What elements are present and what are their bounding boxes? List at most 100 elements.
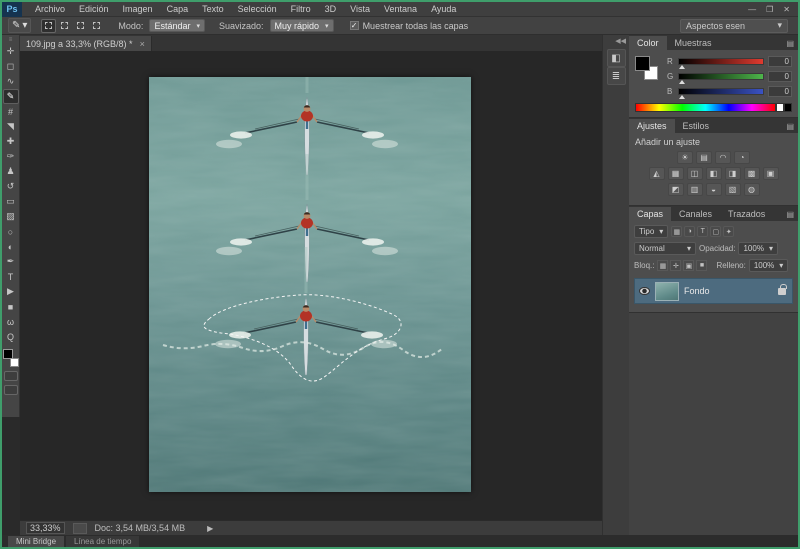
- dodge-tool-icon[interactable]: ◐: [3, 239, 19, 254]
- sample-all-layers-checkbox[interactable]: ✓ Muestrear todas las capas: [350, 21, 469, 31]
- tab-adjustments[interactable]: Ajustes: [629, 119, 675, 133]
- zoom-tool-icon[interactable]: Q: [3, 329, 19, 344]
- expand-panels-icon[interactable]: ◀◀: [615, 37, 626, 45]
- tab-mini-bridge[interactable]: Mini Bridge: [8, 536, 64, 547]
- status-menu-arrow-icon[interactable]: ▶: [207, 524, 213, 533]
- properties-panel-icon[interactable]: ◧: [607, 49, 626, 67]
- lock-icon[interactable]: ▦: [657, 260, 668, 271]
- adjustment-icon[interactable]: ▩: [744, 167, 760, 180]
- channel-value[interactable]: 0: [768, 56, 792, 67]
- tab-color[interactable]: Color: [629, 36, 667, 50]
- smoothing-select[interactable]: Muy rápido▾: [270, 19, 334, 32]
- document-tab[interactable]: 109.jpg a 33,3% (RGB/8) * ×: [20, 36, 152, 51]
- foreground-color-swatch[interactable]: [3, 349, 13, 359]
- lock-icon[interactable]: ▣: [683, 260, 694, 271]
- slider-track[interactable]: [678, 73, 764, 80]
- color-slider-b[interactable]: B0: [667, 86, 792, 97]
- adjustment-icon[interactable]: ◔: [734, 151, 750, 164]
- layer-row-background[interactable]: Fondo: [634, 278, 793, 304]
- quick-selection-tool-icon[interactable]: ✎: [3, 89, 19, 104]
- panel-menu-icon[interactable]: ▤: [786, 39, 794, 48]
- new-selection-button[interactable]: [41, 19, 56, 33]
- hand-tool-icon[interactable]: ω: [3, 314, 19, 329]
- menu-item-capa[interactable]: Capa: [160, 2, 196, 17]
- zoom-level-field[interactable]: 33,33%: [26, 522, 65, 534]
- subtract-from-selection-button[interactable]: [73, 19, 88, 33]
- mode-select[interactable]: Estándar▾: [149, 19, 205, 32]
- fill-field[interactable]: 100%▾: [749, 259, 788, 272]
- menu-item-selecci-n[interactable]: Selección: [231, 2, 284, 17]
- background-color-swatch[interactable]: [10, 358, 19, 367]
- adjustment-icon[interactable]: ◫: [687, 167, 703, 180]
- adjustment-icon[interactable]: ◧: [706, 167, 722, 180]
- menu-item-archivo[interactable]: Archivo: [28, 2, 72, 17]
- blend-mode-select[interactable]: Normal▾: [634, 242, 696, 255]
- tab-paths[interactable]: Trazados: [720, 207, 773, 221]
- slider-track[interactable]: [678, 58, 764, 65]
- foreground-color-swatch[interactable]: [635, 56, 650, 71]
- white-swatch[interactable]: [776, 103, 784, 112]
- menu-item-imagen[interactable]: Imagen: [116, 2, 160, 17]
- tab-layers[interactable]: Capas: [629, 207, 671, 221]
- clone-stamp-tool-icon[interactable]: ♟: [3, 164, 19, 179]
- path-selection-tool-icon[interactable]: ▶: [3, 284, 19, 299]
- layer-filter-type-select[interactable]: Tipo▾: [634, 225, 668, 238]
- intersect-selection-button[interactable]: [89, 19, 104, 33]
- restore-icon[interactable]: ❐: [766, 5, 773, 14]
- screen-mode-button[interactable]: [4, 385, 18, 395]
- layer-thumbnail[interactable]: [655, 282, 679, 301]
- color-spectrum-ramp[interactable]: [635, 103, 776, 112]
- color-slider-g[interactable]: G0: [667, 71, 792, 82]
- adjustment-icon[interactable]: ▧: [725, 183, 741, 196]
- adjustment-icon[interactable]: ◨: [725, 167, 741, 180]
- menu-item-ayuda[interactable]: Ayuda: [424, 2, 463, 17]
- layer-filter-icon[interactable]: T: [697, 226, 708, 237]
- gradient-tool-icon[interactable]: ▨: [3, 209, 19, 224]
- eyedropper-tool-icon[interactable]: ◥: [3, 119, 19, 134]
- adjustment-icon[interactable]: ◠: [715, 151, 731, 164]
- tab-channels[interactable]: Canales: [671, 207, 720, 221]
- adjustment-icon[interactable]: ◭: [649, 167, 665, 180]
- menu-item-vista[interactable]: Vista: [343, 2, 377, 17]
- tab-styles[interactable]: Estilos: [675, 119, 718, 133]
- adjustment-icon[interactable]: ◒: [706, 183, 722, 196]
- document-image[interactable]: [149, 77, 471, 492]
- eraser-tool-icon[interactable]: ▭: [3, 194, 19, 209]
- color-slider-r[interactable]: R0: [667, 56, 792, 67]
- type-tool-icon[interactable]: T: [3, 269, 19, 284]
- adjustment-icon[interactable]: ◩: [668, 183, 684, 196]
- layer-filter-icon[interactable]: ✦: [723, 226, 734, 237]
- blur-tool-icon[interactable]: ○: [3, 224, 19, 239]
- layer-filter-icon[interactable]: ▢: [710, 226, 721, 237]
- history-panel-icon[interactable]: ≣: [607, 67, 626, 85]
- workspace-switcher[interactable]: Aspectos esen ▾: [680, 19, 788, 33]
- adjustment-icon[interactable]: ▦: [668, 167, 684, 180]
- panel-menu-icon[interactable]: ▤: [786, 210, 794, 219]
- healing-brush-tool-icon[interactable]: ✚: [3, 134, 19, 149]
- history-brush-tool-icon[interactable]: ↺: [3, 179, 19, 194]
- adjustment-icon[interactable]: ▤: [696, 151, 712, 164]
- panel-menu-icon[interactable]: ▤: [786, 122, 794, 131]
- panel-color-swatches[interactable]: [635, 56, 661, 86]
- menu-item-ventana[interactable]: Ventana: [377, 2, 424, 17]
- minimize-icon[interactable]: —: [748, 5, 756, 14]
- close-icon[interactable]: ✕: [783, 5, 790, 14]
- pen-tool-icon[interactable]: ✒: [3, 254, 19, 269]
- lasso-tool-icon[interactable]: ∿: [3, 74, 19, 89]
- slider-knob-icon[interactable]: [679, 80, 685, 84]
- black-swatch[interactable]: [784, 103, 792, 112]
- menu-item-edici-n[interactable]: Edición: [72, 2, 116, 17]
- adjustment-icon[interactable]: ▥: [687, 183, 703, 196]
- shape-tool-icon[interactable]: ■: [3, 299, 19, 314]
- color-swatch-widget[interactable]: [3, 349, 19, 367]
- slider-track[interactable]: [678, 88, 764, 95]
- add-to-selection-button[interactable]: [57, 19, 72, 33]
- menu-item-filtro[interactable]: Filtro: [284, 2, 318, 17]
- lock-icon[interactable]: ✛: [670, 260, 681, 271]
- slider-knob-icon[interactable]: [679, 95, 685, 99]
- channel-value[interactable]: 0: [768, 86, 792, 97]
- adjustment-icon[interactable]: ◍: [744, 183, 760, 196]
- tool-preset-picker[interactable]: ✎ ▾: [8, 18, 31, 33]
- layer-filter-icon[interactable]: ◑: [684, 226, 695, 237]
- lock-icon[interactable]: ■: [696, 260, 707, 271]
